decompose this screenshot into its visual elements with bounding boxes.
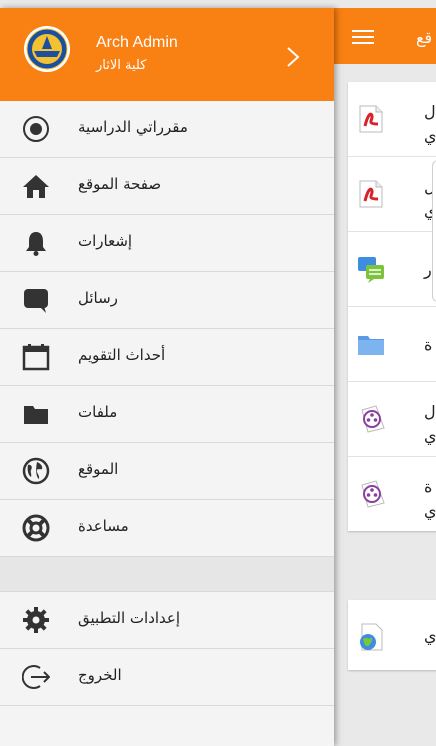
course-item-line: ل xyxy=(424,402,436,421)
user-subtitle: كلية الاثار xyxy=(96,58,147,73)
lifebuoy-icon xyxy=(22,514,50,542)
drawer-item-my-courses[interactable]: مقرراتي الدراسية xyxy=(0,101,334,158)
hamburger-menu-icon[interactable] xyxy=(352,30,374,44)
course-item-line: ة xyxy=(424,335,433,354)
pdf-icon xyxy=(359,105,383,133)
course-item[interactable]: ي xyxy=(348,600,436,670)
pdf-icon xyxy=(359,180,383,208)
course-item[interactable]: لي xyxy=(348,157,436,232)
drawer-item-label: إعدادات التطبيق xyxy=(78,609,181,627)
drawer-item-label: مقرراتي الدراسية xyxy=(78,118,188,136)
drawer-item-label: الموقع xyxy=(78,460,119,478)
forum-icon xyxy=(358,257,384,283)
course-content-card: لي لي ر ة ل ي ة ي xyxy=(348,82,436,531)
scroll-indicator xyxy=(432,160,436,302)
globe-icon xyxy=(22,457,50,485)
drawer-header[interactable]: Arch Admin كلية الاثار xyxy=(0,8,334,101)
drawer-item-files[interactable]: ملفات xyxy=(0,386,334,443)
screen: قع لي لي ر ة ل ي ة ي ي Arch Admin كلية ا… xyxy=(0,0,436,746)
app-header-title: قع xyxy=(416,28,433,47)
drawer-item-notifications[interactable]: إشعارات xyxy=(0,215,334,272)
drawer-item-label: الخروج xyxy=(78,666,122,684)
chevron-right-icon[interactable] xyxy=(286,46,300,68)
course-item[interactable]: لي xyxy=(348,82,436,157)
video-icon xyxy=(361,480,385,508)
course-item-line: ر xyxy=(424,260,432,279)
course-item-line: ة xyxy=(424,477,433,496)
app-header: قع xyxy=(334,8,436,64)
drawer-section-gap xyxy=(0,557,334,592)
drawer-item-logout[interactable]: الخروج xyxy=(0,649,334,706)
calendar-icon xyxy=(22,344,50,371)
drawer-item-help[interactable]: مساعدة xyxy=(0,500,334,557)
drawer-item-site-home[interactable]: صفحة الموقع xyxy=(0,158,334,215)
drawer-item-label: مساعدة xyxy=(78,517,129,535)
home-icon xyxy=(23,175,49,198)
course-item[interactable]: ة xyxy=(348,307,436,382)
drawer-item-app-settings[interactable]: إعدادات التطبيق xyxy=(0,592,334,649)
course-item-line: ي xyxy=(424,626,436,645)
drawer-item-label: ملفات xyxy=(78,403,118,421)
course-item[interactable]: ر xyxy=(348,232,436,307)
navigation-drawer: Arch Admin كلية الاثار مقرراتي الدراسية … xyxy=(0,8,334,746)
course-item[interactable]: لي xyxy=(348,382,436,457)
drawer-item-label: رسائل xyxy=(78,289,118,307)
drawer-item-messages[interactable]: رسائل xyxy=(0,272,334,329)
drawer-item-label: صفحة الموقع xyxy=(78,175,162,193)
logout-icon xyxy=(22,665,50,689)
course-item[interactable]: ةي xyxy=(348,457,436,531)
avatar xyxy=(24,26,70,72)
course-item-line: ل xyxy=(424,102,436,121)
gear-icon xyxy=(23,607,49,633)
bell-icon xyxy=(26,232,46,256)
course-item-line: ي xyxy=(424,501,436,520)
drawer-item-label: إشعارات xyxy=(78,232,133,250)
course-item-line: ي xyxy=(424,426,436,445)
folder-icon xyxy=(358,336,384,355)
course-item-line: ي xyxy=(424,126,436,145)
url-icon xyxy=(360,623,383,651)
course-content-card: ي xyxy=(348,600,436,670)
folder-icon xyxy=(24,406,48,424)
user-name: Arch Admin xyxy=(96,34,178,51)
drawer-item-calendar[interactable]: أحداث التقويم xyxy=(0,329,334,386)
target-icon xyxy=(23,116,49,142)
drawer-item-website[interactable]: الموقع xyxy=(0,443,334,500)
drawer-item-label: أحداث التقويم xyxy=(78,346,166,364)
video-icon xyxy=(361,405,385,433)
message-icon xyxy=(24,289,48,313)
